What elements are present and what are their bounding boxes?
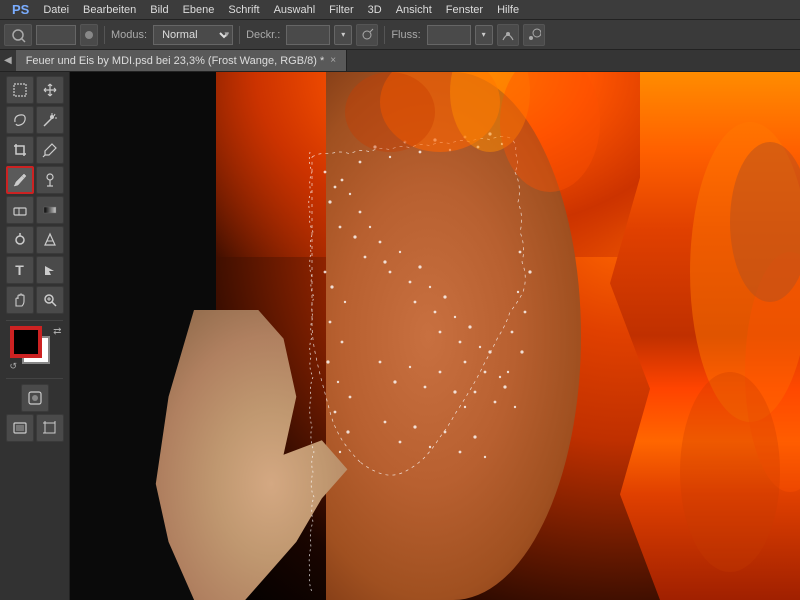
menu-bild[interactable]: Bild [144,2,174,18]
canvas-inner [70,72,800,600]
marquee-icon [12,82,28,98]
pressure-size-button[interactable] [523,24,545,46]
clone-stamp-tool[interactable] [36,166,64,194]
eyedropper-tool[interactable] [36,136,64,164]
dodge-icon [12,232,28,248]
opacity-label: Deckr.: [246,29,280,41]
menu-ansicht[interactable]: Ansicht [390,2,438,18]
toolrow-3 [2,136,67,164]
lasso-icon [12,112,28,128]
pressure-size-icon [527,28,541,42]
toolrow-2 [2,106,67,134]
tab-scroll-left[interactable]: ◀ [0,55,16,66]
flow-label: Fluss: [391,29,420,41]
menu-hilfe[interactable]: Hilfe [491,2,525,18]
airbrush-toggle[interactable] [356,24,378,46]
path-select-tool[interactable] [36,256,64,284]
gradient-icon [42,202,58,218]
menu-filter[interactable]: Filter [323,2,359,18]
brush-icon [12,172,28,188]
toolrow-5 [2,196,67,224]
move-tool[interactable] [36,76,64,104]
art-body-skin [326,72,582,600]
toolbar: 2120 Modus: Normal Deckr.: 100% ▾ Fluss:… [0,20,800,50]
foreground-color-swatch[interactable] [12,328,40,356]
toolbox: T [0,72,70,600]
type-icon: T [15,262,24,278]
color-swatches: ⇄ ↺ [6,326,64,372]
magic-wand-icon [42,112,58,128]
eraser-icon [12,202,28,218]
lasso-tool[interactable] [6,106,34,134]
app-logo: PS [6,0,35,19]
opacity-input[interactable]: 100% [286,25,330,45]
pen-icon [42,232,58,248]
flow-input[interactable]: 100% [427,25,471,45]
airbrush-icon [360,28,374,42]
crop-icon [12,142,28,158]
flow-options-button[interactable]: ▾ [475,25,493,45]
zoom-tool[interactable] [36,286,64,314]
magic-wand-tool[interactable] [36,106,64,134]
main-area: T [0,72,800,600]
menu-bearbeiten[interactable]: Bearbeiten [77,2,142,18]
tabbar: ◀ Feuer und Eis by MDI.psd bei 23,3% (Fr… [0,50,800,72]
hand-icon [12,292,28,308]
eyedropper-icon [42,142,58,158]
mode-label: Modus: [111,29,147,41]
brush-preview-icon [83,28,95,42]
zoom-icon [42,292,58,308]
reset-colors-button[interactable]: ↺ [10,361,18,372]
clone-icon [42,172,58,188]
document-tab[interactable]: Feuer und Eis by MDI.psd bei 23,3% (Fros… [16,50,347,71]
toolrow-6 [2,226,67,254]
dodge-tool[interactable] [6,226,34,254]
hand-tool[interactable] [6,286,34,314]
gradient-tool[interactable] [36,196,64,224]
marquee-tool[interactable] [6,76,34,104]
crop-tool[interactable] [6,136,34,164]
quick-mask-tool[interactable] [21,384,49,412]
type-tool[interactable]: T [6,256,34,284]
menu-ebene[interactable]: Ebene [177,2,221,18]
toolrow-extra2 [2,414,67,442]
menu-schrift[interactable]: Schrift [222,2,265,18]
pressure-opacity-button[interactable] [497,24,519,46]
quick-mask-icon [27,390,43,406]
brush-tool[interactable] [6,166,34,194]
move-icon [42,82,58,98]
artboard-icon [42,420,58,436]
pen-tool[interactable] [36,226,64,254]
toolrow-7: T [2,256,67,284]
toolrow-4 [2,166,67,194]
artboard-tool[interactable] [36,414,64,442]
toolrow-extra1 [2,384,67,412]
menu-3d[interactable]: 3D [362,2,388,18]
color-swatches-row: ⇄ ↺ [2,326,67,372]
menu-datei[interactable]: Datei [37,2,75,18]
brush-size-input[interactable]: 2120 [36,25,76,45]
swap-colors-button[interactable]: ⇄ [53,326,61,337]
brush-shape-icon [10,27,26,43]
canvas-area[interactable] [70,72,800,600]
toolrow-1 [2,76,67,104]
opacity-options-button[interactable]: ▾ [334,25,352,45]
menu-auswahl[interactable]: Auswahl [268,2,322,18]
brush-size-toggle[interactable] [80,24,98,46]
blend-mode-select[interactable]: Normal [153,25,233,45]
artwork [70,72,800,600]
screen-mode-tool[interactable] [6,414,34,442]
screen-mode-icon [12,420,28,436]
eraser-tool[interactable] [6,196,34,224]
path-select-icon [42,262,58,278]
brush-shape-button[interactable] [4,24,32,46]
menu-fenster[interactable]: Fenster [440,2,489,18]
menubar: PS Datei Bearbeiten Bild Ebene Schrift A… [0,0,800,20]
tab-close-button[interactable]: × [330,55,336,66]
toolrow-8 [2,286,67,314]
pressure-icon [501,28,515,42]
tab-title: Feuer und Eis by MDI.psd bei 23,3% (Fros… [26,55,325,67]
